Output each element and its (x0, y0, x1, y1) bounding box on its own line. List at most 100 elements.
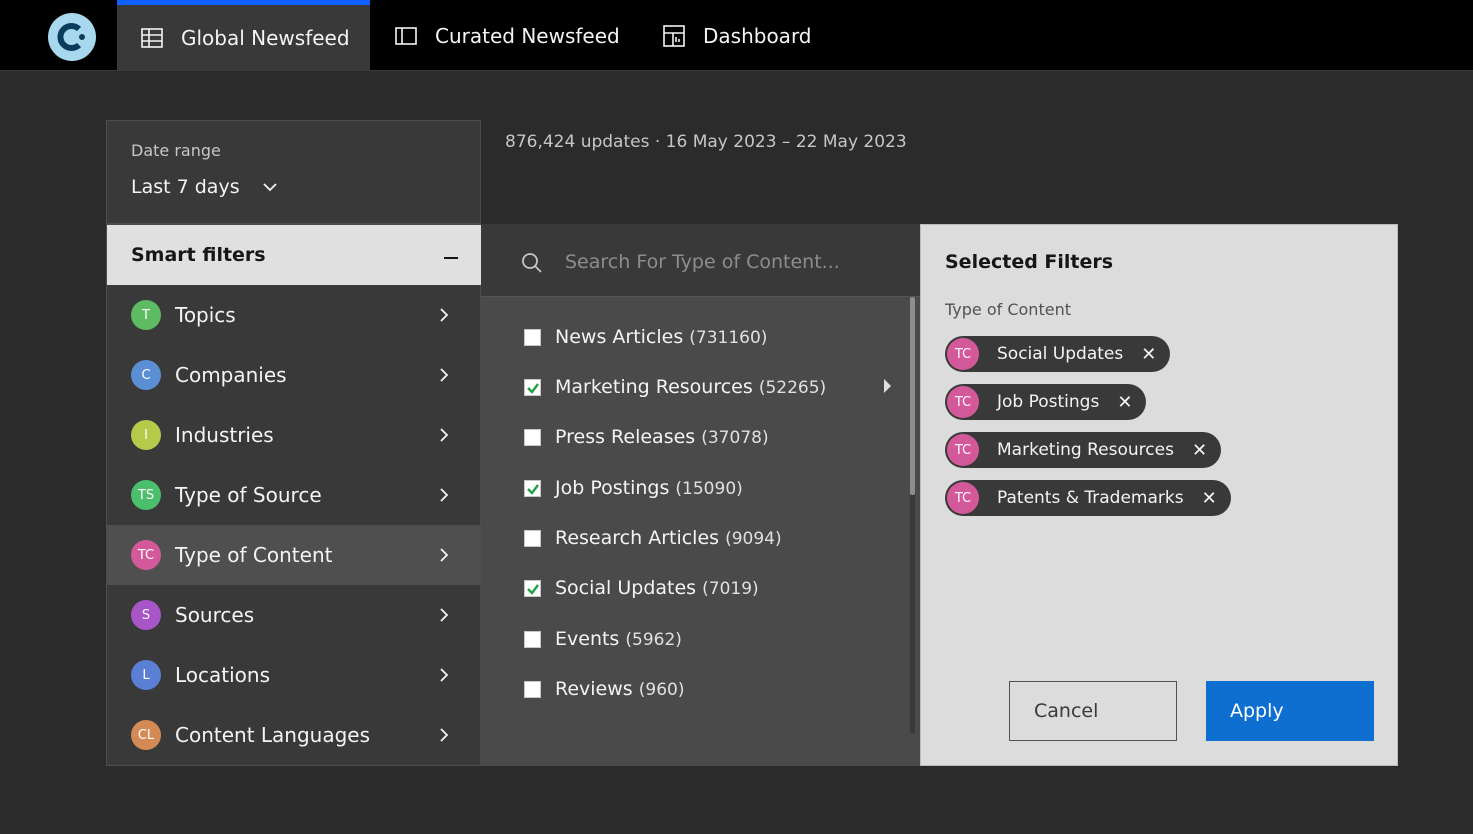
checkbox-checked[interactable] (524, 378, 541, 396)
item-label: News Articles (555, 326, 684, 348)
filter-item-sources[interactable]: S Sources (107, 585, 481, 645)
tab-label: Dashboard (703, 23, 812, 48)
top-nav: Global Newsfeed Curated Newsfeed Dashboa… (0, 0, 1473, 71)
item-count: (37078) (701, 428, 769, 448)
search-input[interactable]: Search For Type of Content... (565, 251, 840, 273)
item-label: Research Articles (555, 527, 720, 549)
caret-right-icon[interactable] (884, 379, 891, 393)
close-icon[interactable]: ✕ (1117, 392, 1132, 413)
item-label: Events (555, 628, 620, 650)
list-item[interactable]: Research Articles (9094) (481, 513, 911, 563)
chevron-right-icon (440, 548, 449, 562)
item-label: Marketing Resources (555, 376, 753, 398)
filter-item-industries[interactable]: I Industries (107, 405, 481, 465)
date-range-value[interactable]: Last 7 days (131, 176, 278, 198)
item-count: (52265) (758, 378, 827, 398)
checkbox[interactable] (524, 529, 541, 547)
filter-label: Topics (175, 303, 236, 327)
content-type-panel: Search For Type of Content... News Artic… (481, 224, 920, 766)
filter-item-locations[interactable]: L Locations (107, 645, 481, 705)
filter-label: Companies (175, 363, 287, 387)
filter-chip: TC Patents & Trademarks ✕ (945, 480, 1231, 516)
tab-global-newsfeed[interactable]: Global Newsfeed (117, 0, 370, 71)
list-item[interactable]: Marketing Resources (52265) (481, 362, 911, 412)
close-icon[interactable]: ✕ (1202, 488, 1217, 509)
filter-chip: TC Job Postings ✕ (945, 384, 1147, 420)
apply-button[interactable]: Apply (1206, 681, 1374, 741)
item-label: Reviews (555, 678, 633, 700)
chevron-right-icon (440, 368, 449, 382)
item-count: (731160) (689, 328, 768, 348)
chevron-right-icon (440, 608, 449, 622)
item-count: (7019) (702, 579, 759, 599)
smart-filters-header[interactable]: Smart filters (107, 225, 481, 285)
filter-label: Industries (175, 423, 274, 447)
chip-badge: TC (947, 434, 979, 466)
item-label: Press Releases (555, 426, 696, 448)
collapse-icon[interactable] (444, 257, 458, 259)
filter-item-content-languages[interactable]: CL Content Languages (107, 705, 481, 765)
filter-item-type-of-source[interactable]: TS Type of Source (107, 465, 481, 525)
checkbox-checked[interactable] (524, 479, 541, 497)
app-logo[interactable] (48, 13, 96, 61)
panel-icon (395, 26, 417, 45)
cancel-button[interactable]: Cancel (1009, 681, 1177, 741)
list-item[interactable]: Social Updates (7019) (481, 563, 911, 613)
smart-filters-panel: Smart filters T Topics C Companies I Ind… (106, 224, 481, 766)
tab-dashboard[interactable]: Dashboard (663, 0, 812, 71)
date-range-dropdown[interactable]: Date range Last 7 days (106, 120, 481, 224)
filter-badge: T (131, 300, 161, 330)
filter-label: Type of Content (175, 543, 333, 567)
chevron-right-icon (440, 728, 449, 742)
chip-badge: TC (947, 338, 979, 370)
filter-item-companies[interactable]: C Companies (107, 345, 481, 405)
content-search[interactable]: Search For Type of Content... (481, 224, 920, 297)
chevron-right-icon (440, 428, 449, 442)
checkbox[interactable] (524, 328, 541, 346)
list-item[interactable]: Events (5962) (481, 614, 911, 664)
tab-label: Global Newsfeed (181, 26, 350, 50)
checkbox[interactable] (524, 630, 541, 648)
filter-item-type-of-content[interactable]: TC Type of Content (107, 525, 481, 585)
chip-label: Job Postings (997, 392, 1100, 412)
checkbox[interactable] (524, 428, 541, 446)
list-item[interactable]: Reviews (960) (481, 664, 911, 714)
close-icon[interactable]: ✕ (1192, 440, 1207, 461)
check-icon (527, 483, 539, 495)
list-item-partial[interactable] (481, 721, 911, 733)
item-count: (960) (638, 680, 685, 700)
chip-label: Patents & Trademarks (997, 488, 1184, 508)
filter-label: Sources (175, 603, 255, 627)
filter-badge: TC (131, 540, 161, 570)
filter-badge: L (131, 660, 161, 690)
chip-badge: TC (947, 386, 979, 418)
check-icon (527, 583, 539, 595)
filter-item-topics[interactable]: T Topics (107, 285, 481, 345)
scrollbar-thumb[interactable] (910, 297, 915, 495)
chip-badge: TC (947, 482, 979, 514)
list-item[interactable]: News Articles (731160) (481, 312, 911, 362)
chip-label: Social Updates (997, 344, 1124, 364)
update-summary: 876,424 updates · 16 May 2023 – 22 May 2… (505, 132, 907, 152)
checkbox[interactable] (524, 680, 541, 698)
chip-label: Marketing Resources (997, 440, 1174, 460)
checkbox-checked[interactable] (524, 579, 541, 597)
selected-filters-panel: Selected Filters Type of Content TC Soci… (920, 224, 1398, 766)
filter-badge: I (131, 420, 161, 450)
item-label: Social Updates (555, 577, 697, 599)
chevron-right-icon (440, 308, 449, 322)
filter-badge: C (131, 360, 161, 390)
item-count: (5962) (625, 630, 682, 650)
close-icon[interactable]: ✕ (1141, 344, 1156, 365)
list-item[interactable]: Press Releases (37078) (481, 412, 911, 462)
dashboard-icon (663, 24, 685, 47)
smart-filters-title: Smart filters (131, 244, 266, 266)
filter-chip: TC Social Updates ✕ (945, 336, 1171, 372)
item-count: (9094) (725, 529, 782, 549)
filter-label: Content Languages (175, 723, 371, 747)
tab-curated-newsfeed[interactable]: Curated Newsfeed (395, 0, 620, 71)
content-type-list: News Articles (731160) Marketing Resourc… (481, 297, 920, 733)
scrollbar[interactable] (910, 297, 915, 733)
chevron-right-icon (440, 668, 449, 682)
list-item[interactable]: Job Postings (15090) (481, 463, 911, 513)
